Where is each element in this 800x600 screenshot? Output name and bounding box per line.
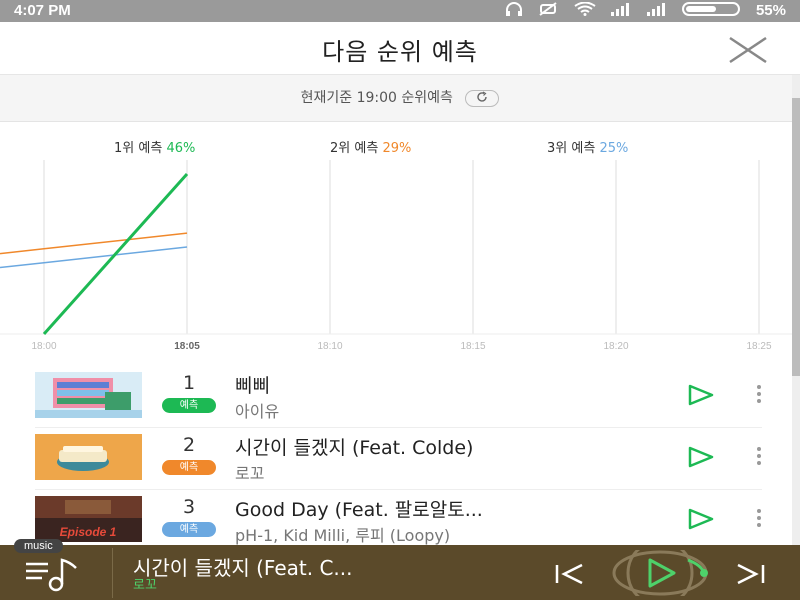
prediction-rank1: 1위 예측 46% [114,137,195,156]
play-icon [688,446,714,468]
x-tick-label: 18:25 [746,341,771,352]
album-art-text: Episode 1 [60,525,117,539]
play-button[interactable] [686,446,716,468]
x-tick-label: 18:00 [31,341,56,352]
prediction-label: 1위 예측 [114,141,163,156]
previous-button[interactable] [552,562,588,586]
mute-icon [538,2,560,19]
song-artist: pH-1, Kid Milli, 루피 (Loopy) [235,526,451,545]
rank-number: 1 [182,372,196,394]
song-title: 삐삐 [235,375,270,397]
refresh-button[interactable] [465,89,500,107]
play-icon [612,550,708,596]
prediction-badge: 예측 [162,460,216,475]
play-icon [688,508,714,530]
signal-icon [610,2,632,19]
play-button[interactable] [686,508,716,530]
prediction-chart: 18:00 18:05 18:10 18:15 18:20 18:25 [0,160,792,360]
more-options-button[interactable] [752,506,766,532]
music-tag: music [14,539,63,553]
prediction-badge: 예측 [162,398,216,413]
page-title: 다음 순위 예측 [322,38,478,66]
playlist-icon [26,558,77,592]
headphones-icon [504,2,524,19]
wifi-icon [574,1,596,19]
song-title: 시간이 들겠지 (Feat. Colde) [235,437,474,459]
x-tick-label: 18:15 [460,341,485,352]
battery-icon [681,2,742,19]
previous-icon [555,563,583,585]
song-row-2[interactable]: 2 예측 시간이 들겠지 (Feat. Colde) 로꼬 [0,428,792,490]
rank-number: 3 [182,496,196,518]
prediction-rank3: 3위 예측 25% [547,137,628,156]
album-art [35,434,142,480]
close-icon [729,36,767,64]
prediction-rank2: 2위 예측 29% [330,137,411,156]
signal-icon-2 [646,2,668,19]
playlist-button[interactable] [18,556,88,592]
more-options-button[interactable] [752,382,766,408]
now-playing-artist: 로꼬 [133,578,157,593]
next-button[interactable] [732,562,768,586]
song-row-1[interactable]: 1 예측 삐삐 아이유 [0,366,792,428]
x-tick-label: 18:20 [603,341,628,352]
song-artist: 로꼬 [235,464,265,483]
prediction-percent: 29% [382,141,412,156]
now-playing-title[interactable]: 시간이 들겠지 (Feat. C... [133,552,352,581]
battery-percent: 55% [755,2,786,19]
divider [112,548,113,598]
basis-text: 현재기준 19:00 순위예측 [300,90,453,106]
more-options-button[interactable] [752,444,766,470]
prediction-badge: 예측 [162,522,216,537]
play-pause-button[interactable] [612,550,714,596]
refresh-icon [477,90,488,102]
series-line-rank1 [42,173,189,335]
next-icon [737,563,765,585]
x-tick-label: 18:05 [174,341,200,352]
status-time: 4:07 PM [14,2,71,19]
play-icon [688,384,714,406]
prediction-chart-svg: 18:00 18:05 18:10 18:15 18:20 18:25 [0,160,792,352]
page-header: 다음 순위 예측 [0,22,800,75]
rank-number: 2 [182,434,196,456]
prediction-percent: 25% [599,141,629,156]
song-row-3[interactable]: Episode 1 3 예측 Good Day (Feat. 팔로알토... p… [0,490,792,552]
prediction-percent: 46% [166,141,196,156]
scrollbar-thumb[interactable] [792,98,800,376]
album-art [35,372,142,418]
album-art: Episode 1 [35,496,142,542]
prediction-label: 3위 예측 [547,141,596,156]
basis-bar: 현재기준 19:00 순위예측 [0,75,792,122]
close-button[interactable] [728,36,768,64]
x-tick-label: 18:10 [317,341,342,352]
status-bar: 4:07 PM 55% [0,0,800,22]
play-button[interactable] [686,384,716,406]
status-icons: 55% [504,1,786,19]
prediction-label: 2위 예측 [330,141,379,156]
song-artist: 아이유 [235,402,280,421]
song-title: Good Day (Feat. 팔로알토... [235,499,483,521]
